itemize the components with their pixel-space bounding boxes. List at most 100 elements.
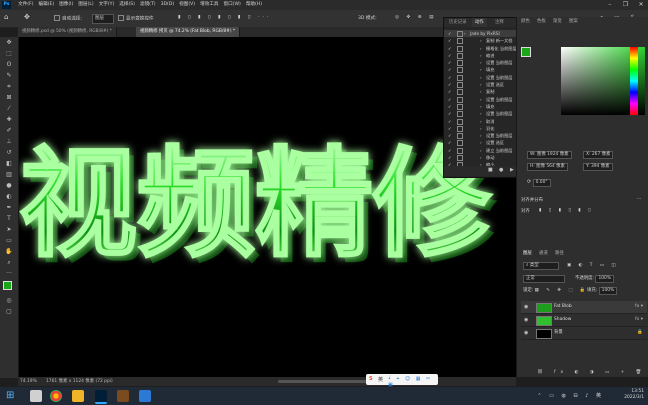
check-icon[interactable]: ✓ xyxy=(448,96,453,103)
check-icon[interactable]: ✓ xyxy=(448,147,453,154)
tab-history[interactable]: 历史记录 xyxy=(446,18,470,27)
type-tool-icon[interactable]: T xyxy=(0,213,18,224)
healing-brush-icon[interactable]: ✚ xyxy=(0,114,18,125)
tab-swatches[interactable]: 色板 xyxy=(537,17,546,27)
check-icon[interactable]: ✓ xyxy=(448,154,453,161)
check-icon[interactable]: ✓ xyxy=(448,88,453,95)
dodge-tool-icon[interactable]: ◐ xyxy=(0,191,18,202)
menu-item-9[interactable]: 增效工具 xyxy=(198,0,221,10)
zoom-tool-icon[interactable]: ⌕ xyxy=(0,257,18,268)
crop-tool-icon[interactable]: ⌗ xyxy=(0,81,18,92)
layer-action-icons[interactable]: ⛓ fx ◐ ◑ ▭ + 🗑 xyxy=(537,370,646,375)
chevron-right-icon[interactable]: › xyxy=(480,118,482,125)
gradient-tool-icon[interactable]: ▥ xyxy=(0,169,18,180)
menu-item-3[interactable]: 图层(L) xyxy=(76,0,96,10)
dialog-toggle-icon[interactable] xyxy=(457,118,463,125)
y-field[interactable]: Y: 394 像素 xyxy=(583,163,613,171)
layer-row[interactable]: ◉ 背景 🔒 xyxy=(521,327,647,340)
chevron-right-icon[interactable]: › xyxy=(480,139,482,146)
quick-select-icon[interactable]: ✎ xyxy=(0,70,18,81)
lock-icon[interactable]: 🔒 xyxy=(637,327,643,339)
minimize-icon[interactable]: – xyxy=(603,0,617,10)
check-icon[interactable]: ✓ xyxy=(448,103,453,110)
tab-gradients[interactable]: 渐变 xyxy=(553,17,562,27)
tab-channels[interactable]: 通道 xyxy=(539,249,548,258)
tab-document-1[interactable]: 视频精修.psd @ 50% (视频精修, RGB/8#) * xyxy=(18,27,117,37)
chevron-right-icon[interactable]: › xyxy=(480,96,482,103)
more-tools-icon[interactable]: ··· xyxy=(0,268,18,279)
ime-lang[interactable]: 英 xyxy=(378,376,383,383)
screen-mode-icon[interactable]: ▢ xyxy=(0,306,18,317)
chevron-right-icon[interactable]: › xyxy=(480,103,482,110)
check-icon[interactable]: ✓ xyxy=(448,74,453,81)
quick-mask-icon[interactable]: ◎ xyxy=(0,295,18,306)
fill-control[interactable]: 填充: 100% xyxy=(587,287,618,295)
dialog-toggle-icon[interactable] xyxy=(457,155,463,162)
dialog-toggle-icon[interactable] xyxy=(457,140,463,147)
app-taskbar-icon-1[interactable] xyxy=(117,390,129,402)
lock-icons[interactable]: ▦ ✎ ✥ ⬚ 🔒 xyxy=(535,288,589,293)
marquee-tool-icon[interactable]: ⬚ xyxy=(0,48,18,59)
dialog-toggle-icon[interactable] xyxy=(457,111,463,118)
eyedropper-icon[interactable]: ⁄ xyxy=(0,103,18,114)
align-icons[interactable]: ▮ ▯ ▮ ▯ ▮ ▯ ▮ ▯ ··· xyxy=(178,15,271,20)
zoom-level[interactable]: 74.19% xyxy=(20,377,37,386)
eye-icon[interactable]: ◉ xyxy=(524,314,528,326)
chevron-right-icon[interactable]: › xyxy=(480,125,482,132)
check-icon[interactable]: ✓ xyxy=(448,139,453,146)
maximize-icon[interactable]: ❐ xyxy=(618,0,632,10)
chevron-right-icon[interactable]: › xyxy=(480,147,482,154)
tab-actions[interactable]: 动作 xyxy=(472,18,487,27)
canvas[interactable]: 视频精修 视频精修 xyxy=(19,37,516,378)
dialog-toggle-icon[interactable] xyxy=(457,147,463,154)
dialog-toggle-icon[interactable] xyxy=(457,125,463,132)
chevron-right-icon[interactable]: › xyxy=(480,74,482,81)
dialog-toggle-icon[interactable] xyxy=(457,82,463,89)
menu-item-8[interactable]: 视图(V) xyxy=(177,0,198,10)
menu-item-7[interactable]: 3D(D) xyxy=(158,0,177,10)
menu-item-5[interactable]: 选择(S) xyxy=(117,0,138,10)
check-icon[interactable]: ✓ xyxy=(448,45,453,52)
dialog-toggle-icon[interactable] xyxy=(457,96,463,103)
menu-item-11[interactable]: 帮助(H) xyxy=(243,0,264,10)
menu-item-4[interactable]: 文字(Y) xyxy=(96,0,117,10)
check-icon[interactable]: ✓ xyxy=(448,52,453,59)
menu-item-0[interactable]: 文件(F) xyxy=(16,0,36,10)
move-tool-icon[interactable]: ✥ xyxy=(0,37,18,48)
chevron-right-icon[interactable]: › xyxy=(480,154,482,161)
tab-paths[interactable]: 路径 xyxy=(555,249,564,258)
more-options-icon[interactable]: ··· xyxy=(637,197,641,202)
opacity-control[interactable]: 不透明度: 100% xyxy=(575,275,615,283)
width-field[interactable]: W: 图像 1924 像素 xyxy=(527,151,572,159)
dialog-toggle-icon[interactable] xyxy=(457,74,463,81)
photoshop-taskbar-icon[interactable] xyxy=(95,390,107,404)
color-swatches[interactable] xyxy=(0,279,18,295)
action-footer-icon[interactable]: ▶ xyxy=(510,167,514,173)
eye-icon[interactable]: ◉ xyxy=(524,327,528,339)
lasso-tool-icon[interactable]: ʘ xyxy=(0,59,18,70)
pen-tool-icon[interactable]: ✒ xyxy=(0,202,18,213)
shape-tool-icon[interactable]: ▭ xyxy=(0,235,18,246)
dialog-toggle-icon[interactable] xyxy=(457,89,463,96)
menu-item-6[interactable]: 滤镜(T) xyxy=(137,0,158,10)
chevron-right-icon[interactable]: › xyxy=(480,59,482,66)
auto-select-dropdown[interactable]: 图层 xyxy=(92,14,114,24)
menu-item-1[interactable]: 编辑(E) xyxy=(36,0,57,10)
blur-tool-icon[interactable]: ● xyxy=(0,180,18,191)
check-icon[interactable]: ✓ xyxy=(448,37,453,44)
check-icon[interactable]: ✓ xyxy=(448,81,453,88)
foreground-color-swatch[interactable] xyxy=(3,281,12,290)
dialog-toggle-icon[interactable] xyxy=(457,45,463,52)
action-footer-icon[interactable]: ■ xyxy=(488,167,493,173)
system-tray[interactable]: 13:51 2022/3/1 xyxy=(624,389,644,401)
chevron-right-icon[interactable]: › xyxy=(480,132,482,139)
foreground-color-swatch[interactable] xyxy=(521,47,531,57)
effects-icon[interactable]: fx ▾ xyxy=(635,314,643,326)
check-icon[interactable]: ✓ xyxy=(448,59,453,66)
dialog-toggle-icon[interactable] xyxy=(457,52,463,59)
dialog-toggle-icon[interactable] xyxy=(457,31,463,37)
file-explorer-icon[interactable] xyxy=(72,390,84,402)
blend-mode-select[interactable]: 正常 xyxy=(523,275,565,283)
height-field[interactable]: H: 图像 564 像素 xyxy=(527,163,568,171)
chrome-icon[interactable] xyxy=(50,390,62,402)
